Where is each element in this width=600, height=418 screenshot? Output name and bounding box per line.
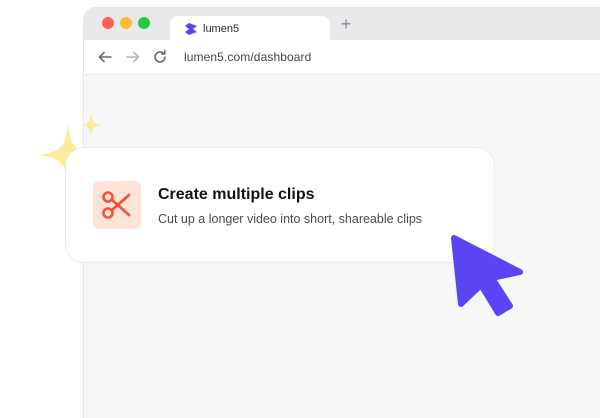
browser-toolbar: lumen5.com/dashboard bbox=[84, 40, 600, 75]
url-text: lumen5.com/dashboard bbox=[184, 50, 312, 64]
address-bar[interactable]: lumen5.com/dashboard bbox=[178, 45, 600, 69]
mouse-cursor-icon bbox=[451, 235, 523, 316]
card-subtitle: Cut up a longer video into short, sharea… bbox=[158, 212, 423, 226]
tab-bar: lumen5 + bbox=[84, 8, 600, 42]
arrow-left-icon[interactable] bbox=[97, 49, 113, 65]
scissors-icon bbox=[102, 191, 131, 219]
tab-title: lumen5 bbox=[203, 23, 240, 35]
lumen5-logo-icon bbox=[185, 23, 197, 35]
small-sparkle-icon bbox=[80, 112, 102, 138]
create-clips-card[interactable]: Create multiple clips Cut up a longer vi… bbox=[66, 148, 494, 262]
maximize-window-dot[interactable] bbox=[138, 17, 150, 29]
reload-icon[interactable] bbox=[152, 49, 168, 65]
clip-icon-tile bbox=[93, 181, 141, 229]
browser-tab[interactable]: lumen5 bbox=[170, 16, 330, 42]
card-title: Create multiple clips bbox=[158, 186, 315, 203]
arrow-right-icon[interactable] bbox=[125, 49, 141, 65]
new-tab-button[interactable]: + bbox=[336, 14, 356, 34]
close-window-dot[interactable] bbox=[102, 17, 114, 29]
minimize-window-dot[interactable] bbox=[120, 17, 132, 29]
